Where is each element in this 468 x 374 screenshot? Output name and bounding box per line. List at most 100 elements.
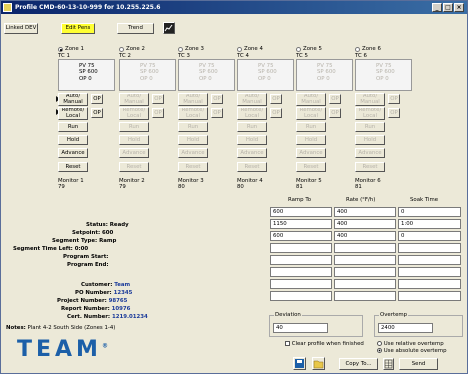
clear-profile-option[interactable]: Clear profile when finished: [285, 341, 364, 347]
reset-button[interactable]: Reset: [58, 162, 88, 172]
overtemp-field[interactable]: 2400: [378, 323, 433, 333]
advance-button[interactable]: Advance: [58, 148, 88, 158]
advance-button[interactable]: Advance: [119, 148, 149, 158]
op-button[interactable]: OP: [270, 108, 282, 118]
zone-radio[interactable]: [58, 47, 63, 52]
run-button[interactable]: Run: [58, 122, 88, 132]
remote-local-button[interactable]: Remote/ Local: [355, 107, 385, 120]
rate-cell[interactable]: [334, 279, 396, 289]
op-button[interactable]: OP: [329, 94, 341, 104]
op-button[interactable]: OP: [152, 94, 164, 104]
auto-manual-button[interactable]: Auto/ Manual: [178, 93, 208, 106]
deviation-label: Deviation: [274, 312, 302, 318]
trend-button[interactable]: Trend: [117, 23, 154, 34]
ramp-to-cell[interactable]: [270, 279, 332, 289]
ramp-to-cell[interactable]: [270, 243, 332, 253]
run-button[interactable]: Run: [237, 122, 267, 132]
auto-manual-button[interactable]: Auto/ Manual: [296, 93, 326, 106]
soak-time-cell[interactable]: [398, 267, 461, 277]
rate-cell[interactable]: [334, 291, 396, 301]
auto-manual-button[interactable]: Auto/ Manual: [355, 93, 385, 106]
zone-radio[interactable]: [237, 47, 242, 52]
zone-radio[interactable]: [119, 47, 124, 52]
ramp-to-cell[interactable]: [270, 291, 332, 301]
ramp-to-header: Ramp To: [288, 197, 311, 203]
auto-manual-button[interactable]: Auto/ Manual: [237, 93, 267, 106]
op-button[interactable]: OP: [91, 108, 103, 118]
advance-button[interactable]: Advance: [296, 148, 326, 158]
advance-button[interactable]: Advance: [178, 148, 208, 158]
zone-radio[interactable]: [178, 47, 183, 52]
op-button[interactable]: OP: [329, 108, 341, 118]
soak-time-cell[interactable]: [398, 243, 461, 253]
rate-cell[interactable]: 400: [334, 207, 396, 217]
hold-button[interactable]: Hold: [355, 135, 385, 145]
run-button[interactable]: Run: [355, 122, 385, 132]
reset-button[interactable]: Reset: [119, 162, 149, 172]
remote-local-button[interactable]: Remote/ Local: [178, 107, 208, 120]
soak-time-cell[interactable]: 0: [398, 207, 461, 217]
grid-button[interactable]: [383, 358, 394, 370]
rate-cell[interactable]: [334, 267, 396, 277]
ramp-to-cell[interactable]: [270, 267, 332, 277]
rate-cell[interactable]: 400: [334, 231, 396, 241]
hold-button[interactable]: Hold: [119, 135, 149, 145]
ramp-to-cell[interactable]: 1150: [270, 219, 332, 229]
open-button[interactable]: [312, 357, 325, 370]
linked-dev-button[interactable]: Linked DEV: [4, 23, 38, 34]
op-button[interactable]: OP: [388, 94, 400, 104]
op-button[interactable]: OP: [152, 108, 164, 118]
remote-local-button[interactable]: Remote/ Local: [237, 107, 267, 120]
soak-time-cell[interactable]: [398, 279, 461, 289]
op-button[interactable]: OP: [270, 94, 282, 104]
soak-time-cell[interactable]: [398, 291, 461, 301]
relative-radio[interactable]: [377, 341, 382, 346]
op-button[interactable]: OP: [211, 108, 223, 118]
hold-button[interactable]: Hold: [178, 135, 208, 145]
absolute-overtemp-option[interactable]: Use absolute overtemp: [377, 348, 447, 354]
auto-manual-button[interactable]: Auto/ Manual: [119, 93, 149, 106]
edit-pens-button[interactable]: Edit Pens: [61, 23, 95, 34]
rate-cell[interactable]: 400: [334, 219, 396, 229]
minimize-icon[interactable]: _: [432, 3, 442, 12]
deviation-field[interactable]: 40: [273, 323, 328, 333]
remote-local-button[interactable]: Remote/ Local: [119, 107, 149, 120]
reset-button[interactable]: Reset: [355, 162, 385, 172]
run-button[interactable]: Run: [178, 122, 208, 132]
remote-local-button[interactable]: Remote/ Local: [58, 107, 88, 120]
zone-radio[interactable]: [355, 47, 360, 52]
rate-cell[interactable]: [334, 255, 396, 265]
maximize-icon[interactable]: □: [443, 3, 453, 12]
relative-overtemp-option[interactable]: Use relative overtemp: [377, 341, 444, 347]
hold-button[interactable]: Hold: [58, 135, 88, 145]
ramp-to-cell[interactable]: 600: [270, 207, 332, 217]
clear-profile-checkbox[interactable]: [285, 341, 290, 346]
send-button[interactable]: Send: [399, 358, 438, 370]
reset-button[interactable]: Reset: [178, 162, 208, 172]
save-button[interactable]: [293, 357, 306, 370]
run-button[interactable]: Run: [119, 122, 149, 132]
advance-button[interactable]: Advance: [237, 148, 267, 158]
hold-button[interactable]: Hold: [296, 135, 326, 145]
soak-time-cell[interactable]: 1:00: [398, 219, 461, 229]
remote-local-button[interactable]: Remote/ Local: [296, 107, 326, 120]
close-icon[interactable]: ×: [454, 3, 464, 12]
op-button[interactable]: OP: [211, 94, 223, 104]
soak-time-cell[interactable]: 0: [398, 231, 461, 241]
op-button[interactable]: OP: [91, 94, 103, 104]
ramp-to-cell[interactable]: [270, 255, 332, 265]
rate-cell[interactable]: [334, 243, 396, 253]
advance-button[interactable]: Advance: [355, 148, 385, 158]
reset-button[interactable]: Reset: [237, 162, 267, 172]
copy-to-button[interactable]: Copy To...: [339, 358, 378, 370]
hold-button[interactable]: Hold: [237, 135, 267, 145]
absolute-radio[interactable]: [377, 348, 382, 353]
soak-time-cell[interactable]: [398, 255, 461, 265]
reset-button[interactable]: Reset: [296, 162, 326, 172]
zone-radio[interactable]: [296, 47, 301, 52]
run-button[interactable]: Run: [296, 122, 326, 132]
auto-manual-button[interactable]: Auto/ Manual: [58, 93, 88, 106]
op-button[interactable]: OP: [388, 108, 400, 118]
ramp-to-cell[interactable]: 600: [270, 231, 332, 241]
chart-icon[interactable]: [163, 22, 175, 34]
